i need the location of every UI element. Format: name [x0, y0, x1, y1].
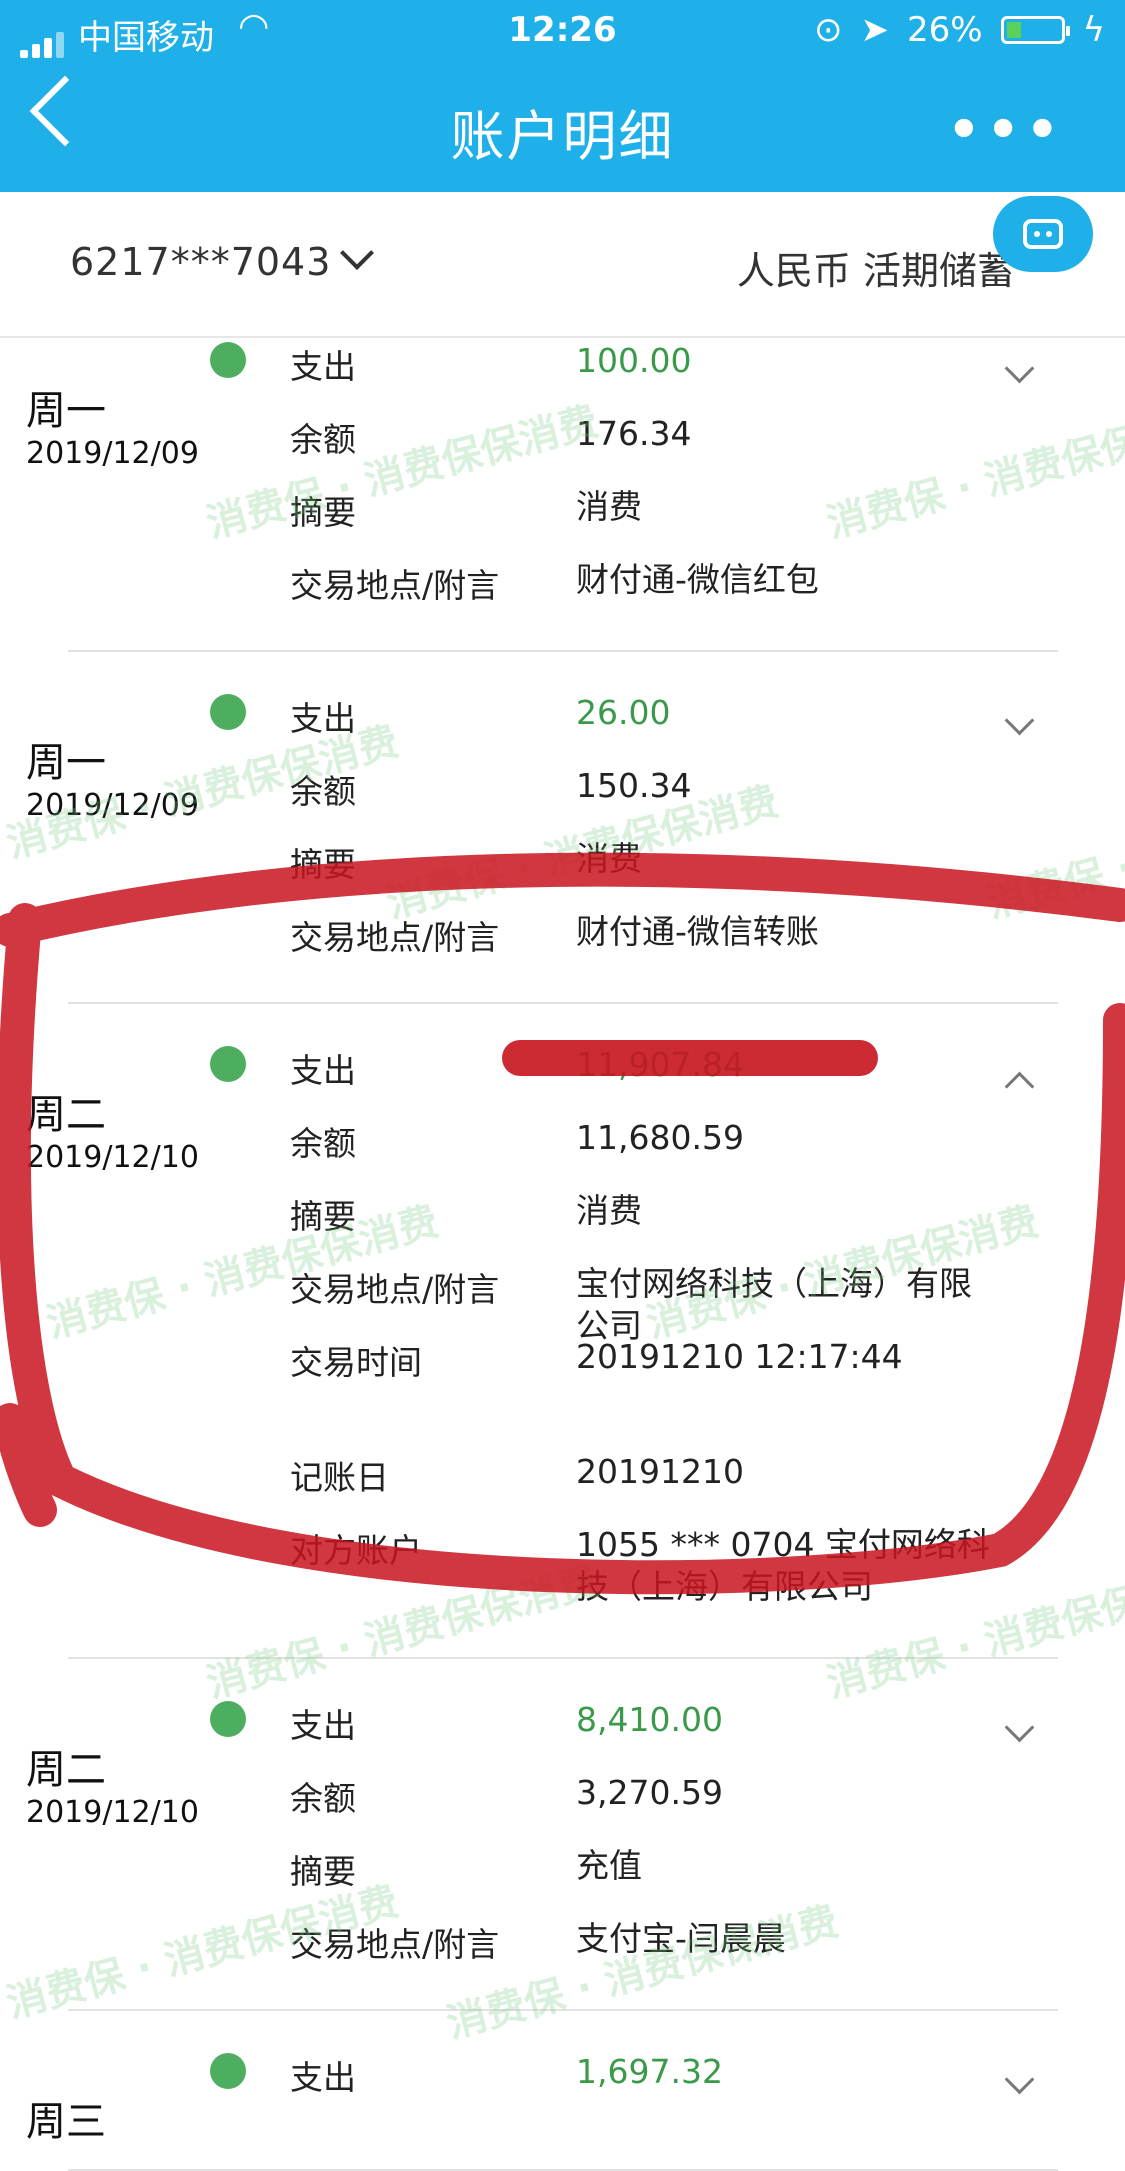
transaction-date: 2019/12/09: [26, 436, 199, 471]
detail-row: 交易时间 20191210 12:17:44: [290, 1336, 1030, 1384]
detail-value: 150.34: [576, 766, 692, 805]
transaction-item[interactable]: 支出 11,907.84 余额 11,680.59 摘要 消费交易地点/附言 宝付网络科技（…: [26, 1042, 1058, 1659]
status-dot-icon: [210, 2053, 246, 2089]
weekday-label: 周一: [26, 740, 106, 786]
weekday-label: 周二: [26, 1092, 106, 1138]
detail-label: 支出: [290, 699, 356, 738]
assistant-robot-button[interactable]: [993, 196, 1093, 272]
transaction-date: 2019/12/09: [26, 788, 199, 823]
transaction-list: 支出 100.00 余额 176.34 摘要 消费 交易地点/附言 财付通-微信红包 周一 201…: [0, 338, 1125, 2171]
detail-value: 176.34: [576, 414, 692, 453]
detail-label: 支出: [290, 1706, 356, 1745]
detail-label: 余额: [290, 420, 356, 459]
detail-label: 交易地点/附言: [290, 566, 500, 605]
transaction-date: 2019/12/10: [26, 1795, 199, 1830]
detail-row: 余额 176.34: [290, 413, 1030, 461]
amount-value: 100.00: [576, 341, 692, 380]
detail-label: 交易地点/附言: [290, 1270, 500, 1309]
account-type: 人民币 活期储蓄: [736, 249, 1015, 293]
status-dot-icon: [210, 1046, 246, 1082]
battery-icon: [1000, 16, 1070, 44]
detail-row: 余额 150.34: [290, 765, 1030, 813]
app-header: 中国移动 ◠ 12:26 ⊙ ➤ 26% ϟ 账户明细 •••: [0, 0, 1125, 192]
detail-value: 3,270.59: [576, 1773, 723, 1812]
detail-row: 支出 26.00: [290, 692, 1030, 740]
detail-value: 充值: [576, 1846, 642, 1885]
detail-row: 摘要 充值: [290, 1845, 1030, 1893]
detail-value: 消费: [576, 839, 642, 878]
status-bar: 中国移动 ◠ 12:26 ⊙ ➤ 26% ϟ: [0, 0, 1125, 62]
detail-value: 11,680.59: [576, 1118, 744, 1157]
weekday-label: 周一: [26, 388, 106, 434]
detail-label: 记账日: [290, 1458, 389, 1497]
detail-label: 摘要: [290, 1852, 356, 1891]
charging-icon: ϟ: [1082, 10, 1105, 50]
location-icon: ➤: [860, 10, 889, 50]
detail-value: 消费: [576, 487, 642, 526]
battery-percent: 26%: [906, 10, 983, 50]
account-number: 6217***7043: [70, 240, 332, 284]
detail-label: 交易地点/附言: [290, 1925, 500, 1964]
detail-row: 支出 8,410.00: [290, 1699, 1030, 1747]
account-number-dropdown[interactable]: 6217***7043: [70, 236, 375, 284]
status-dot-icon: [210, 694, 246, 730]
detail-row: 对方账户 1055 *** 0704 宝付网络科技（上海）有限公司: [290, 1524, 1030, 1608]
amount-value: 26.00: [576, 693, 671, 732]
detail-row: 余额 3,270.59: [290, 1772, 1030, 1820]
transaction-item[interactable]: 支出 1,697.32 周三: [26, 2049, 1058, 2171]
transaction-item[interactable]: 支出 26.00 余额 150.34 摘要 消费交易地点/附言 财付通-微信转账 周一 2019…: [26, 690, 1058, 1004]
detail-label: 摘要: [290, 1197, 356, 1236]
weekday-label: 周二: [26, 1747, 106, 1793]
robot-icon: [1023, 219, 1063, 249]
detail-row: 交易地点/附言 财付通-微信转账: [290, 911, 1030, 959]
detail-value: 20191210 12:17:44: [576, 1337, 903, 1376]
detail-label: 交易地点/附言: [290, 918, 500, 957]
detail-label: 余额: [290, 1124, 356, 1163]
transaction-item[interactable]: 支出 100.00 余额 176.34 摘要 消费交易地点/附言 财付通-微信红包 周一 201…: [26, 338, 1058, 652]
amount-value: 1,697.32: [576, 2052, 723, 2091]
detail-row: 摘要 消费: [290, 838, 1030, 886]
status-dot-icon: [210, 1701, 246, 1737]
detail-row: 支出 11,907.84: [290, 1044, 1030, 1092]
detail-value: 消费: [576, 1191, 642, 1230]
detail-value: 1055 *** 0704 宝付网络科技（上海）有限公司: [576, 1525, 990, 1606]
detail-row: 记账日 20191210: [290, 1451, 1030, 1499]
detail-label: 余额: [290, 772, 356, 811]
detail-label: 支出: [290, 2058, 356, 2097]
detail-value: 支付宝-闫晨晨: [576, 1919, 786, 1958]
detail-row: 支出 100.00: [290, 340, 1030, 388]
account-selector[interactable]: 6217***7043 人民币 活期储蓄: [0, 192, 1125, 338]
more-menu-button[interactable]: •••: [947, 100, 1065, 160]
detail-label: 摘要: [290, 845, 356, 884]
detail-value: 宝付网络科技（上海）有限公司: [576, 1264, 972, 1345]
transaction-item[interactable]: 支出 8,410.00 余额 3,270.59 摘要 充值交易地点/附言 支付宝-闫晨晨 周二…: [26, 1697, 1058, 2011]
detail-label: 余额: [290, 1779, 356, 1818]
amount-value: 8,410.00: [576, 1700, 723, 1739]
transaction-date: 2019/12/10: [26, 1140, 199, 1175]
detail-row: 交易地点/附言 财付通-微信红包: [290, 559, 1030, 607]
detail-row: 摘要 消费: [290, 486, 1030, 534]
detail-value: 财付通-微信转账: [576, 912, 819, 951]
amount-value: 11,907.84: [576, 1045, 744, 1084]
weekday-label: 周三: [26, 2099, 106, 2145]
detail-row: 交易地点/附言 宝付网络科技（上海）有限公司: [290, 1263, 1030, 1347]
detail-label: 交易时间: [290, 1343, 422, 1382]
detail-row: 支出 1,697.32: [290, 2051, 1030, 2099]
detail-row: 摘要 消费: [290, 1190, 1030, 1238]
detail-row: 余额 11,680.59: [290, 1117, 1030, 1165]
status-dot-icon: [210, 342, 246, 378]
detail-row: 交易地点/附言 支付宝-闫晨晨: [290, 1918, 1030, 1966]
detail-value: 财付通-微信红包: [576, 560, 819, 599]
detail-label: 支出: [290, 347, 356, 386]
detail-value: 20191210: [576, 1452, 744, 1491]
detail-label: 摘要: [290, 493, 356, 532]
rotation-lock-icon: ⊙: [813, 10, 843, 50]
chevron-down-icon: [340, 236, 375, 270]
detail-label: 支出: [290, 1051, 356, 1090]
detail-label: 对方账户: [290, 1531, 422, 1570]
